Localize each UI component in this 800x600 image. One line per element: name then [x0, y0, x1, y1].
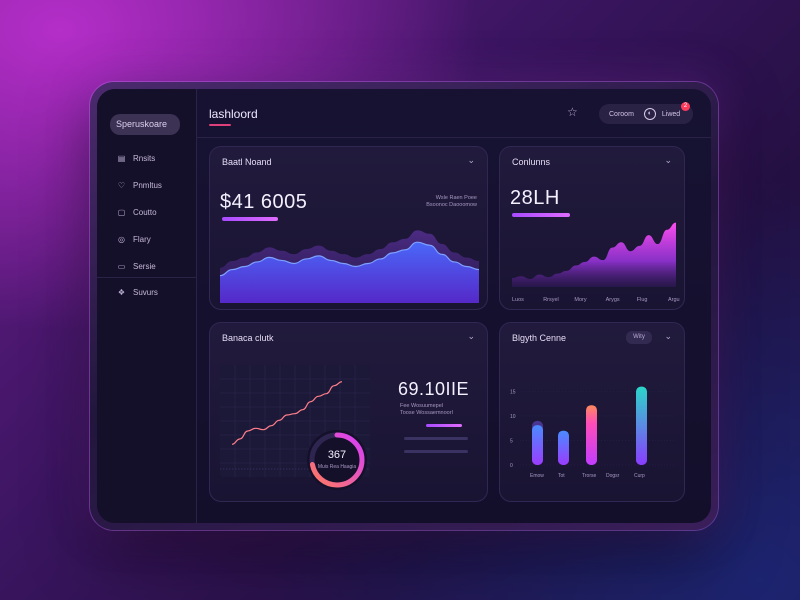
sidebar-divider — [97, 277, 197, 278]
conversions-value: 28LH — [510, 187, 560, 209]
sidebar-item-flary[interactable]: ◎ Flary — [117, 232, 192, 246]
box-icon: ▢ — [117, 207, 126, 217]
balance-accent-bar — [426, 424, 462, 427]
conversions-accent-bar — [512, 213, 570, 217]
x-tick-label: Rrsyel — [543, 297, 559, 303]
sidebar-item-label: Pnmltus — [133, 180, 162, 190]
balance-note-line2: Toose Wossaemnoorl — [400, 410, 453, 416]
chevron-down-icon[interactable]: ⌄ — [467, 331, 475, 342]
card-title: Blgyth Cenne — [512, 333, 567, 343]
title-underline — [209, 124, 231, 126]
shield-icon: ◎ — [118, 234, 125, 244]
sidebar-item-label: Coutto — [133, 207, 157, 217]
star-icon[interactable]: ☆ — [567, 105, 578, 119]
conversions-area-chart: Luos Rrsyel Mory Arygs Flug Argu — [512, 222, 680, 303]
card-title: Banaca clutk — [222, 333, 274, 343]
sidebar-item-label: Sersie — [133, 261, 156, 271]
bar — [636, 386, 647, 465]
user-name: Liwed — [661, 110, 681, 118]
balance-note: Fee Wosuumepel Toose Wossaemnoorl — [400, 403, 453, 417]
user-menu-label: Coroom — [609, 110, 634, 118]
heart-icon: ♡ — [117, 180, 126, 190]
x-tick-label: Flug — [637, 297, 648, 303]
conversions-area — [512, 222, 676, 287]
notification-badge[interactable]: 2 — [681, 102, 690, 111]
revenue-note: Wsle Raen Poee Bsoonoc Daooomow — [426, 195, 477, 209]
chevron-down-icon[interactable]: ⌄ — [664, 155, 672, 166]
chevron-down-icon[interactable]: ⌄ — [467, 155, 475, 166]
device-frame: Speruskoare ▤ Rnsits ♡ Pnmltus ▢ Coutto … — [90, 82, 718, 530]
page-title: lashloord — [209, 107, 258, 121]
x-tick-label: Tot — [558, 473, 565, 479]
chevron-down-icon[interactable]: ⌄ — [664, 331, 672, 342]
revenue-accent-bar — [222, 217, 278, 221]
dashboard-screen: Speruskoare ▤ Rnsits ♡ Pnmltus ▢ Coutto … — [97, 89, 711, 523]
x-tick-label: Luos — [512, 297, 524, 303]
sidebar-item-suvurs[interactable]: ❖ Suvurs — [117, 285, 192, 299]
card-title: Conlunns — [512, 157, 551, 167]
avatar: ◐ — [643, 108, 656, 120]
x-tick-label: Curp — [634, 473, 645, 479]
gauge-sublabel: Muis Rea Haagia — [317, 464, 357, 470]
cube-icon: ❖ — [117, 287, 126, 297]
balance-card: Banaca clutk ⌄ 367 Muis Rea Haagia 69.10… — [209, 322, 488, 502]
topbar-divider — [197, 137, 711, 138]
x-tick-label: Emow — [530, 473, 544, 479]
revenue-note-line2: Bsoonoc Daooomow — [426, 202, 477, 208]
revenue-area-chart — [220, 230, 479, 303]
balance-gauge: 367 Muis Rea Haagia — [306, 429, 368, 491]
sidebar-item-label: Flary — [133, 234, 151, 244]
gauge-value: 367 — [327, 449, 347, 461]
bar — [532, 425, 543, 465]
y-tick-label: 5 — [510, 439, 513, 445]
x-tick-label: Argu — [668, 297, 680, 303]
balance-progress-line — [404, 437, 468, 440]
y-tick-label: 10 — [510, 414, 516, 420]
x-tick-label: Dogsr — [606, 473, 620, 479]
inbox-icon: ▭ — [117, 261, 126, 271]
conversions-card: Conlunns ⌄ 28LH Luos Rrsyel Mory Arygs Flug A… — [499, 146, 685, 310]
card-title: Baatl Noand — [222, 157, 272, 167]
y-tick-label: 15 — [510, 390, 516, 396]
balance-note-line1: Fee Wosuumepel — [400, 403, 444, 409]
growth-card: Blgyth Cenne Wity ⌄ 15 10 5 0 Emow Tot T… — [499, 322, 685, 502]
x-tick-label: Mory — [574, 297, 586, 303]
sidebar-item-label: Rnsits — [133, 153, 156, 163]
balance-progress-line — [404, 450, 468, 453]
bar — [586, 405, 597, 465]
sidebar: Speruskoare ▤ Rnsits ♡ Pnmltus ▢ Coutto … — [97, 89, 197, 523]
sidebar-item-sersie[interactable]: ▭ Sersie — [117, 259, 192, 273]
sidebar-item-coutto[interactable]: ▢ Coutto — [117, 205, 192, 219]
period-select[interactable]: Wity — [626, 331, 652, 344]
user-menu[interactable]: Coroom ◐ Liwed — [599, 104, 693, 124]
sidebar-item-rnsits[interactable]: ▤ Rnsits — [117, 151, 192, 165]
brand-button[interactable]: Speruskoare — [110, 114, 180, 135]
clipboard-icon: ▤ — [117, 153, 126, 163]
sidebar-item-pnmltus[interactable]: ♡ Pnmltus — [117, 178, 192, 192]
x-tick-label: Trorse — [582, 473, 596, 479]
revenue-card: Baatl Noand ⌄ $41 6005 Wsle Raen Poee Bs… — [209, 146, 488, 310]
bar — [558, 430, 569, 465]
revenue-note-line1: Wsle Raen Poee — [435, 195, 477, 201]
x-tick-label: Arygs — [606, 297, 620, 303]
balance-value: 69.10IIE — [398, 379, 470, 399]
sidebar-item-label: Suvurs — [133, 287, 158, 297]
y-tick-label: 0 — [510, 463, 513, 469]
growth-bar-chart: 15 10 5 0 Emow Tot Trorse Dogsr Curp — [510, 386, 676, 479]
revenue-value: $41 6005 — [220, 191, 308, 213]
